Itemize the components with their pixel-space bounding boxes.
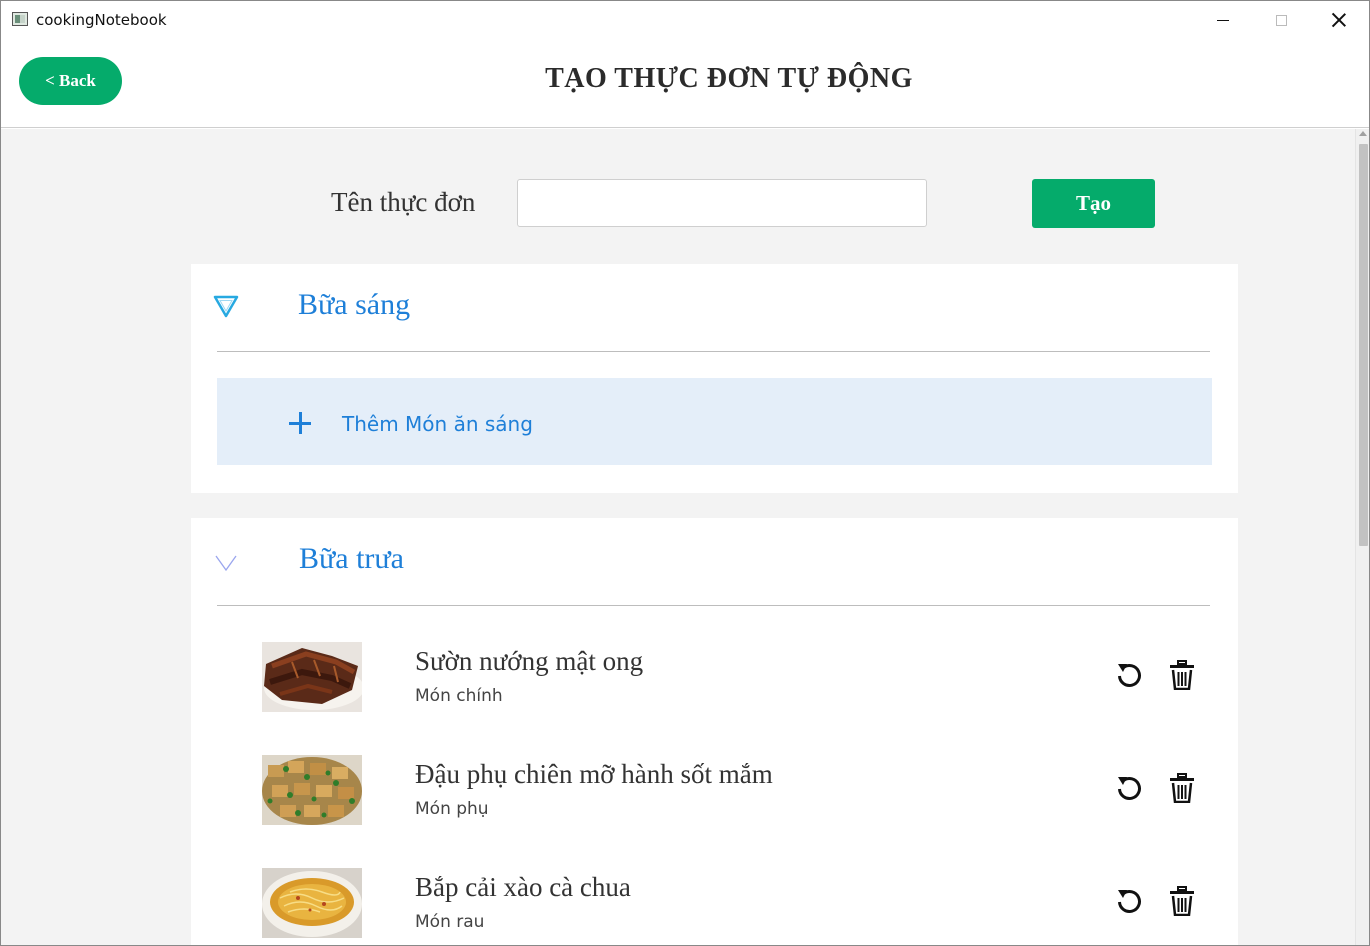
dish-item: Bắp cải xào cà chua Món rau: [191, 866, 1238, 945]
dish-category: Món chính: [415, 686, 503, 706]
add-dish-label: Thêm Món ăn sáng: [342, 412, 533, 436]
refresh-icon[interactable]: [1115, 887, 1143, 915]
maximize-button[interactable]: [1252, 1, 1310, 39]
add-dish-button[interactable]: Thêm Món ăn sáng: [217, 378, 1212, 465]
close-button[interactable]: [1310, 1, 1368, 39]
dish-image-grilled-ribs: [262, 642, 362, 712]
vertical-scrollbar[interactable]: [1355, 129, 1369, 945]
section-divider: [217, 351, 1210, 352]
meal-card-lunch: Bữa trưa Sườn nướng mật ong Món chính Đậ…: [191, 518, 1238, 945]
dish-name: Bắp cải xào cà chua: [415, 872, 631, 902]
create-button[interactable]: Tạo: [1032, 179, 1155, 228]
window-title: cookingNotebook: [36, 11, 167, 29]
main-content: Tên thực đơn Tạo Bữa sáng Thêm Món ăn sá…: [1, 129, 1355, 945]
dish-category: Món phụ: [415, 799, 489, 819]
dish-item: Sườn nướng mật ong Món chính: [191, 640, 1238, 720]
page-title: TẠO THỰC ĐƠN TỰ ĐỘNG: [545, 63, 913, 94]
expand-triangle-icon[interactable]: [213, 294, 239, 320]
refresh-icon[interactable]: [1115, 661, 1143, 689]
app-icon: [12, 12, 28, 26]
app-window: cookingNotebook < Back TẠO THỰC ĐƠN TỰ Đ…: [0, 0, 1370, 946]
meal-card-breakfast: Bữa sáng Thêm Món ăn sáng: [191, 264, 1238, 493]
refresh-icon[interactable]: [1115, 774, 1143, 802]
close-icon: [1332, 13, 1346, 27]
trash-icon[interactable]: [1169, 886, 1195, 916]
title-bar: cookingNotebook: [1, 1, 1369, 39]
trash-icon[interactable]: [1169, 660, 1195, 690]
scrollbar-thumb[interactable]: [1359, 144, 1368, 546]
maximize-icon: [1275, 14, 1287, 26]
dish-category: Món rau: [415, 912, 485, 932]
dish-image-fried-tofu: [262, 755, 362, 825]
dish-item: Đậu phụ chiên mỡ hành sốt mắm Món phụ: [191, 753, 1238, 833]
section-divider: [217, 605, 1210, 606]
scroll-up-arrow-icon[interactable]: [1359, 131, 1367, 136]
page-header: < Back TẠO THỰC ĐƠN TỰ ĐỘNG: [1, 39, 1369, 128]
trash-icon[interactable]: [1169, 773, 1195, 803]
dish-name: Đậu phụ chiên mỡ hành sốt mắm: [415, 759, 773, 789]
minimize-icon: [1217, 19, 1229, 21]
meal-title-lunch: Bữa trưa: [299, 542, 404, 575]
dish-name: Sườn nướng mật ong: [415, 646, 644, 676]
menu-name-label: Tên thực đơn: [331, 187, 476, 217]
menu-name-input[interactable]: [517, 179, 927, 227]
meal-title-breakfast: Bữa sáng: [298, 288, 411, 321]
dish-image-stir-fried-cabbage: [262, 868, 362, 938]
minimize-button[interactable]: [1194, 1, 1252, 39]
plus-icon: [289, 412, 311, 434]
chevron-down-icon[interactable]: [213, 550, 239, 576]
